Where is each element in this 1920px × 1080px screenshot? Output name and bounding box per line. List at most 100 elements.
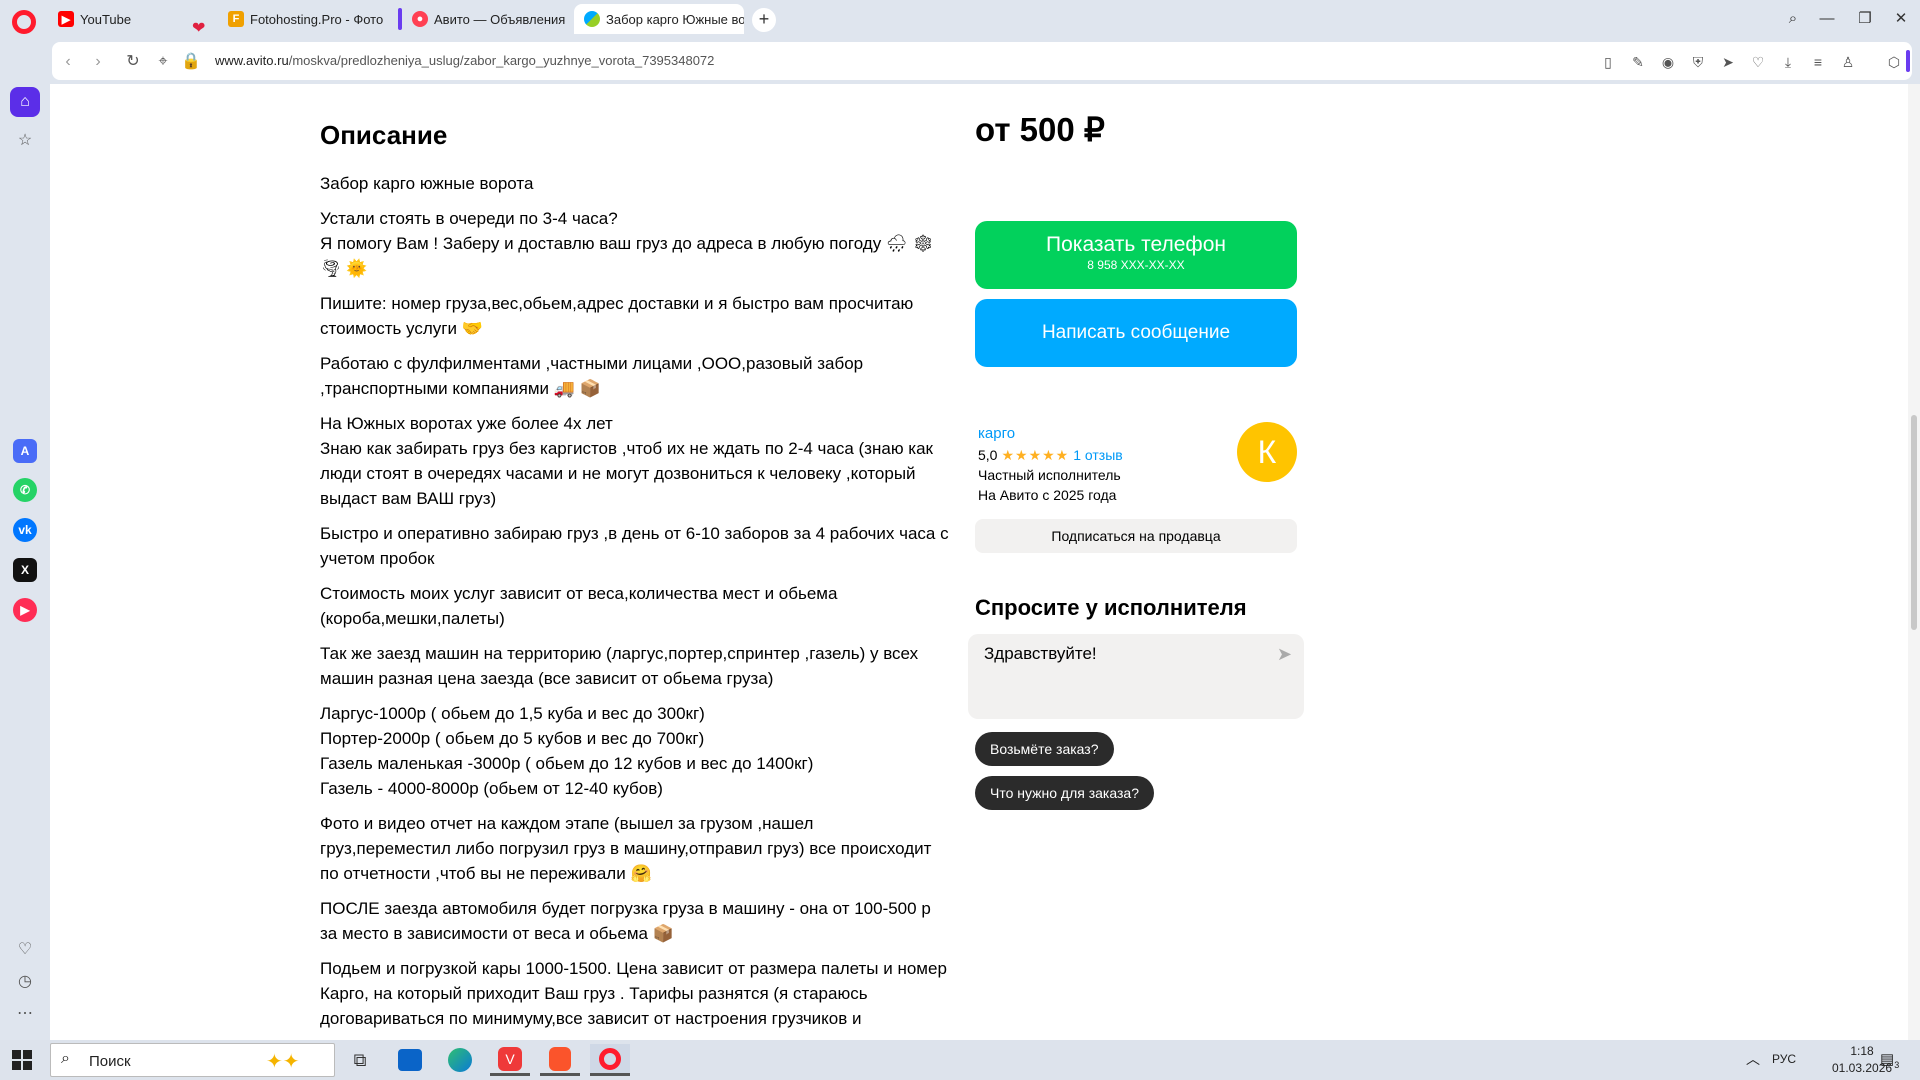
scrollbar-thumb[interactable] [1911, 415, 1917, 630]
reader-mode-icon[interactable]: ▯ [1597, 51, 1619, 73]
description-paragraph: Забор карго южные ворота [320, 171, 990, 196]
tab-title: Забор карго Южные ворота [606, 11, 744, 27]
search-placeholder: Поиск [89, 1053, 131, 1070]
description-paragraph: Быстро и оперативно забираю груз ,в день… [320, 521, 990, 571]
aria-icon[interactable]: A [13, 439, 37, 463]
send-icon[interactable]: ➤ [1277, 644, 1292, 665]
description-line: за место в зависимости от веса и обьема … [320, 924, 674, 943]
music-icon[interactable]: ▶ [13, 598, 37, 622]
fotohosting-icon: F [228, 11, 244, 27]
input-language[interactable]: РУС [1772, 1052, 1796, 1066]
description-line: Так же заезд машин на территорию (ларгус… [320, 644, 919, 663]
tab-title: Авито — Объявления на сайте [434, 11, 568, 27]
write-message-button[interactable]: Написать сообщение [975, 299, 1297, 367]
description-paragraph: Так же заезд машин на территорию (ларгус… [320, 641, 990, 691]
tab-avito-listing[interactable]: Забор карго Южные ворота [574, 4, 744, 34]
youtube-icon: ▶ [58, 11, 74, 27]
restore-button[interactable]: ❐ [1850, 8, 1880, 30]
tab-title: Fotohosting.Pro - Фотохостинг [250, 11, 383, 27]
download-icon[interactable]: ⤓ [1777, 51, 1799, 73]
url-domain: www.avito.ru [215, 53, 289, 68]
search-icon: ⌕ [61, 1050, 70, 1067]
tab-title: YouTube [80, 11, 132, 27]
flow-icon[interactable]: ➤ [1717, 51, 1739, 73]
favorites-icon[interactable]: ♡ [13, 938, 37, 962]
lock-icon[interactable]: 🔒 [180, 51, 202, 73]
description-paragraph: Стоимость моих услуг зависит от веса,кол… [320, 581, 990, 631]
description-paragraph: Работаю с фулфилментами ,частными лицами… [320, 351, 990, 401]
x-icon[interactable]: X [13, 558, 37, 582]
quick-question-chip[interactable]: Что нужно для заказа? [975, 776, 1154, 810]
outlook-icon[interactable] [390, 1044, 430, 1076]
notification-icon[interactable]: ▤3 [1880, 1050, 1899, 1070]
menu-icon[interactable]: ≡ [1807, 51, 1829, 73]
quick-question-chip[interactable]: Возьмёте заказ? [975, 732, 1114, 766]
history-icon[interactable]: ◷ [13, 970, 37, 994]
price: от 500 ₽ [975, 111, 1105, 148]
brave-icon[interactable] [540, 1044, 580, 1076]
whatsapp-icon[interactable]: ✆ [13, 478, 37, 502]
opera-icon[interactable] [590, 1044, 630, 1076]
taskbar: ⌕ Поиск ✦✦ ⧉ V ︿ РУС 1:18 01.03.2026 ▤3 [0, 1040, 1920, 1080]
description-heading: Описание [320, 120, 448, 150]
notification-count: 3 [1894, 1060, 1900, 1070]
forward-button[interactable]: › [87, 51, 109, 73]
rating-value: 5,0 [978, 447, 998, 463]
heart-sticker-icon: ❤ [192, 20, 206, 37]
phone-number: 8 958 XXX-XX-XX [1087, 258, 1185, 272]
back-button[interactable]: ‹ [57, 51, 79, 73]
vivaldi-icon[interactable]: V [490, 1044, 530, 1076]
show-phone-label: Показать телефон [1046, 233, 1226, 256]
tab-fotohosting[interactable]: F Fotohosting.Pro - Фотохостинг [218, 4, 383, 34]
search-tabs-icon[interactable]: ⌕ [1778, 8, 1808, 30]
chevron-up-icon[interactable]: ︿ [1746, 1049, 1760, 1069]
tab-youtube[interactable]: ▶ YouTube [48, 4, 198, 34]
rating-stars-icon: ★★★★★ [1001, 447, 1070, 463]
subscribe-button[interactable]: Подписаться на продавца [975, 519, 1297, 553]
home-icon[interactable]: ⌂ [10, 87, 40, 117]
reload-button[interactable]: ↻ [122, 51, 144, 73]
description-line: Карго, на который приходит Ваш груз . Та… [320, 984, 868, 1003]
seller-name-link[interactable]: карго [978, 425, 1015, 442]
location-icon[interactable]: ⌖ [152, 51, 174, 73]
description-line: машин разная цена заезда (все зависит от… [320, 669, 774, 688]
more-icon[interactable]: ⋯ [13, 1002, 37, 1026]
task-view-icon[interactable]: ⧉ [340, 1044, 380, 1076]
tab-avito-home[interactable]: ● Авито — Объявления на сайте [402, 4, 568, 34]
heart-icon[interactable]: ♡ [1747, 51, 1769, 73]
avito-icon: ● [412, 11, 428, 27]
description-paragraph: Ларгус-1000р ( обьем до 1,5 куба и вес д… [320, 701, 990, 801]
avatar[interactable]: К [1237, 422, 1297, 482]
edge-icon[interactable] [440, 1044, 480, 1076]
new-tab-button[interactable]: + [752, 8, 776, 32]
description-line: 🌪 🌞 [320, 259, 368, 278]
ask-message-box[interactable]: Здравствуйте! ➤ [968, 634, 1304, 719]
camera-icon[interactable]: ◉ [1657, 51, 1679, 73]
extension-icon[interactable]: ⬡ [1883, 51, 1905, 73]
taskbar-search[interactable]: ⌕ Поиск ✦✦ [50, 1043, 335, 1077]
minimize-button[interactable]: — [1812, 8, 1842, 30]
description-line: учетом пробок [320, 549, 435, 568]
seller-since: На Авито с 2025 года [978, 487, 1117, 503]
description-paragraph: На Южных воротах уже более 4х лет Знаю ка… [320, 411, 990, 511]
shield-icon[interactable]: ⛨ [1687, 51, 1709, 73]
close-button[interactable]: ✕ [1886, 8, 1916, 30]
vk-icon[interactable]: vk [13, 518, 37, 542]
seller-type: Частный исполнитель [978, 467, 1121, 483]
edit-icon[interactable]: ✎ [1627, 51, 1649, 73]
address-bar-area: ‹ › ↻ ⌖ 🔒 www.avito.ru/moskva/predlozhen… [0, 37, 1920, 84]
windows-start-icon[interactable] [12, 1050, 32, 1070]
description-line: (короба,мешки,палеты) [320, 609, 505, 628]
description-line: Фото и видео отчет на каждом этапе (выше… [320, 814, 814, 833]
url-field[interactable]: www.avito.ru/moskva/predlozheniya_uslug/… [215, 53, 714, 68]
show-phone-button[interactable]: Показать телефон 8 958 XXX-XX-XX [975, 221, 1297, 289]
ask-message-input[interactable]: Здравствуйте! [984, 644, 1097, 664]
pinboard-icon[interactable]: ☆ [13, 129, 37, 153]
description-line: Забор карго южные ворота [320, 174, 534, 193]
description-line: Пишите: номер груза,вес,обьем,адрес дост… [320, 294, 914, 313]
description-line: Устали стоять в очереди по 3-4 часа? [320, 209, 618, 228]
reviews-link[interactable]: 1 отзыв [1073, 447, 1123, 463]
description-line: выдаст вам ВАШ груз) [320, 489, 497, 508]
opera-logo-icon[interactable] [12, 10, 36, 34]
profile-icon[interactable]: ♙ [1837, 51, 1859, 73]
